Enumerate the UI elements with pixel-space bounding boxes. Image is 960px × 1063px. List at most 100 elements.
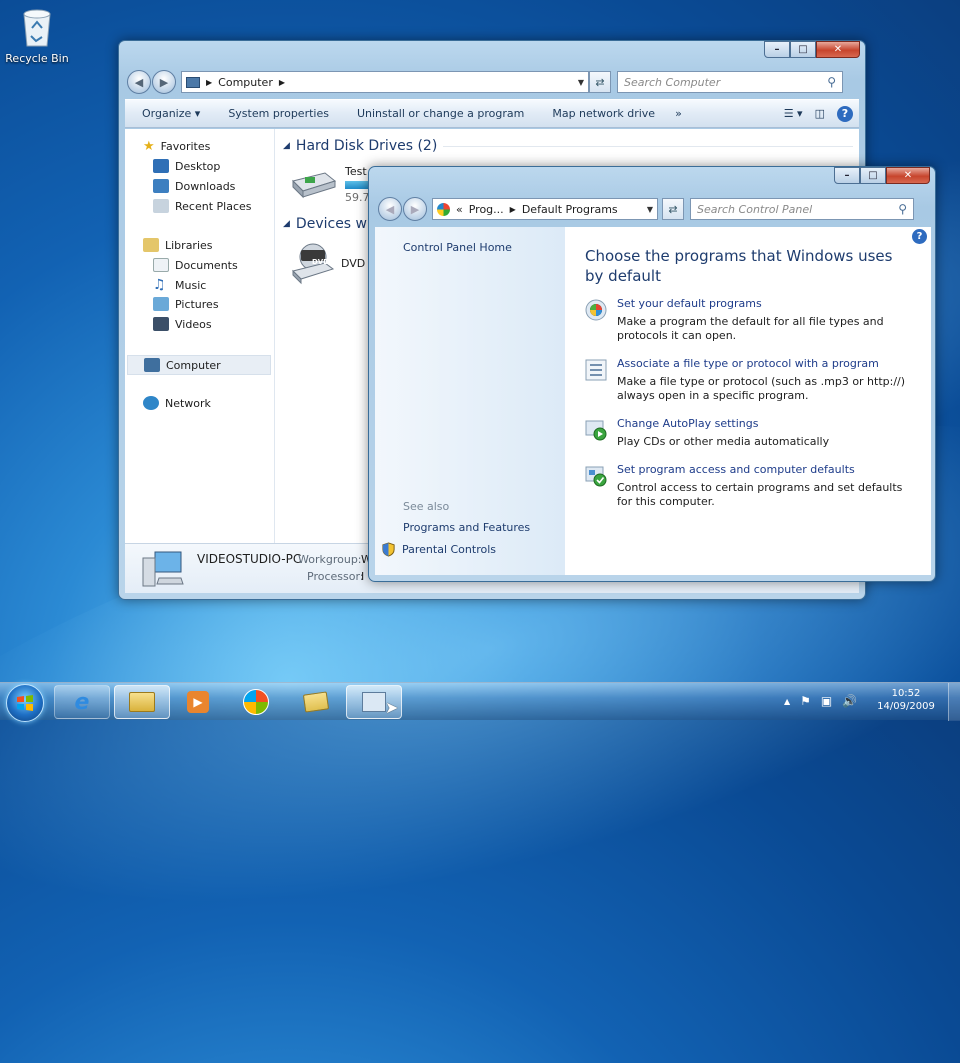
nav-videos[interactable]: Videos	[153, 317, 212, 331]
windows-orb-icon	[243, 689, 269, 715]
search-icon[interactable]: ⚲	[827, 75, 836, 89]
folder-icon	[302, 691, 330, 713]
control-panel-home-link[interactable]: Control Panel Home	[403, 241, 512, 254]
control-panel-icon	[437, 202, 450, 216]
task-description: Play CDs or other media automatically	[617, 435, 830, 448]
close-button[interactable]: ✕	[886, 167, 930, 184]
forward-button[interactable]: ▶	[152, 70, 176, 94]
nav-favorites[interactable]: ★ Favorites	[143, 139, 210, 154]
minimize-button[interactable]: –	[834, 167, 860, 184]
breadcrumb-prefix[interactable]: «	[456, 203, 463, 216]
help-icon[interactable]: ?	[831, 105, 859, 122]
taskbar-folder-app[interactable]	[288, 685, 344, 719]
nav-label: Favorites	[160, 140, 211, 153]
maximize-button[interactable]: □	[790, 41, 816, 58]
taskbar: e ▶ ➤ ▲ ⚑ ▣ 🔊 10:52 14/09/2009	[0, 682, 960, 722]
address-bar[interactable]: « Prog... ▶ Default Programs ▼	[432, 198, 658, 220]
nav-label: Documents	[175, 258, 238, 272]
search-icon[interactable]: ⚲	[898, 202, 907, 216]
more-commands-button[interactable]: »	[669, 107, 696, 120]
show-desktop-button[interactable]	[948, 683, 960, 721]
search-input[interactable]: Search Computer ⚲	[617, 71, 843, 93]
file-association-icon	[585, 359, 607, 381]
parental-controls-link[interactable]: Parental Controls	[381, 542, 496, 557]
nav-label: Libraries	[165, 238, 213, 252]
set-default-programs-link[interactable]: Set your default programs	[617, 297, 762, 310]
back-button[interactable]: ◀	[378, 197, 402, 221]
change-autoplay-link[interactable]: Change AutoPlay settings	[617, 417, 758, 430]
breadcrumb-computer[interactable]: Computer	[218, 76, 273, 89]
search-placeholder: Search Control Panel	[697, 202, 813, 216]
nav-recent-places[interactable]: Recent Places	[153, 199, 252, 213]
action-center-icon[interactable]: ⚑	[800, 694, 811, 708]
task-description: Make a program the default for all file …	[617, 315, 884, 342]
folder-icon	[129, 692, 155, 712]
minimize-button[interactable]: –	[764, 41, 790, 58]
nav-label: Music	[175, 278, 207, 292]
back-button[interactable]: ◀	[127, 70, 151, 94]
pc-name: VIDEOSTUDIO-PC	[197, 552, 302, 566]
show-hidden-icons[interactable]: ▲	[784, 697, 790, 706]
system-tray: ▲ ⚑ ▣ 🔊	[784, 694, 857, 708]
breadcrumb-programs[interactable]: Prog...	[469, 203, 504, 216]
help-icon[interactable]: ?	[912, 229, 927, 244]
chevron-down-icon[interactable]: ▼	[578, 78, 584, 87]
preview-pane-icon[interactable]: ◫	[809, 107, 831, 120]
map-network-drive-button[interactable]: Map network drive	[538, 107, 669, 120]
shield-icon	[382, 542, 395, 557]
taskbar-media-player[interactable]: ▶	[170, 685, 226, 719]
nav-music[interactable]: ♫ Music	[153, 277, 206, 293]
nav-label: Downloads	[175, 179, 236, 193]
autoplay-icon	[585, 420, 607, 441]
parental-controls-label: Parental Controls	[402, 543, 496, 556]
refresh-button[interactable]: ⇄	[662, 198, 684, 220]
maximize-button[interactable]: □	[860, 167, 886, 184]
caption-buttons: – □ ✕	[764, 41, 860, 58]
taskbar-windows-logo-app[interactable]	[228, 685, 284, 719]
workgroup-label: Workgroup:	[298, 553, 362, 566]
libraries-icon	[143, 238, 159, 252]
breadcrumb-arrow-icon: ▶	[206, 77, 213, 87]
start-button[interactable]	[6, 684, 44, 722]
nav-downloads[interactable]: Downloads	[153, 179, 235, 193]
forward-button[interactable]: ▶	[403, 197, 427, 221]
organize-menu[interactable]: Organize ▾	[125, 107, 214, 120]
control-panel-icon	[362, 692, 386, 712]
nav-label: Desktop	[175, 159, 221, 173]
nav-libraries[interactable]: Libraries	[143, 238, 213, 252]
recycle-bin-label: Recycle Bin	[5, 52, 69, 65]
taskbar-internet-explorer[interactable]: e	[54, 685, 110, 719]
network-tray-icon[interactable]: ▣	[821, 694, 832, 708]
caption-buttons: – □ ✕	[834, 167, 930, 184]
program-access-defaults-link[interactable]: Set program access and computer defaults	[617, 463, 855, 476]
system-properties-button[interactable]: System properties	[214, 107, 343, 120]
page-heading: Choose the programs that Windows uses by…	[585, 247, 893, 285]
group-title: Hard Disk Drives (2)	[295, 138, 438, 154]
search-input[interactable]: Search Control Panel ⚲	[690, 198, 914, 220]
address-bar[interactable]: ▶ Computer ▶ ▼	[181, 71, 589, 93]
recycle-bin[interactable]: Recycle Bin	[4, 6, 70, 65]
chevron-down-icon[interactable]: ▼	[647, 205, 653, 214]
close-button[interactable]: ✕	[816, 41, 860, 58]
view-options-icon[interactable]: ☰ ▾	[778, 107, 809, 120]
downloads-icon	[153, 179, 169, 193]
mouse-cursor-icon: ➤	[385, 698, 399, 717]
taskbar-control-panel[interactable]: ➤	[346, 685, 402, 719]
group-hard-disk-drives[interactable]: ◢ Hard Disk Drives (2)	[283, 138, 853, 154]
nav-network[interactable]: Network	[143, 396, 211, 410]
dvd-drive-item[interactable]: DVD R	[291, 241, 376, 285]
refresh-button[interactable]: ⇄	[589, 71, 611, 93]
uninstall-program-button[interactable]: Uninstall or change a program	[343, 107, 538, 120]
see-also-label: See also	[403, 500, 450, 513]
clock[interactable]: 10:52 14/09/2009	[876, 688, 936, 712]
nav-desktop[interactable]: Desktop	[153, 159, 220, 173]
associate-file-type-link[interactable]: Associate a file type or protocol with a…	[617, 357, 879, 370]
nav-documents[interactable]: Documents	[153, 258, 238, 272]
processor-value: I	[361, 570, 365, 583]
nav-pictures[interactable]: Pictures	[153, 297, 219, 311]
nav-computer[interactable]: Computer	[127, 355, 271, 375]
breadcrumb-default-programs[interactable]: Default Programs	[522, 203, 618, 216]
programs-and-features-link[interactable]: Programs and Features	[403, 521, 530, 534]
taskbar-windows-explorer[interactable]	[114, 685, 170, 719]
volume-icon[interactable]: 🔊	[842, 694, 857, 708]
